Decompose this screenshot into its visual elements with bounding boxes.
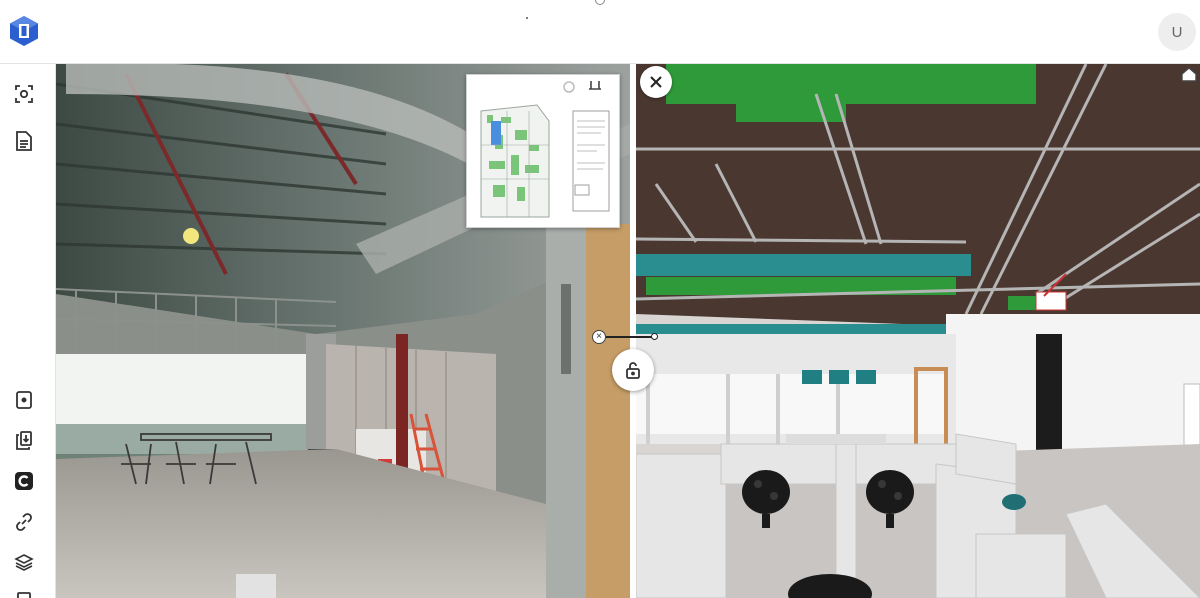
- sidebar: [0, 64, 56, 598]
- close-icon: [650, 76, 662, 88]
- sync-handle-icon[interactable]: ×: [592, 330, 606, 344]
- capture-icon: [15, 85, 33, 103]
- bim-model-scene: [636, 64, 1200, 598]
- user-avatar[interactable]: U: [1158, 13, 1196, 51]
- app-logo[interactable]: [9, 15, 39, 47]
- capture-button[interactable]: [12, 82, 36, 106]
- lock-view-button[interactable]: [612, 349, 654, 391]
- download-icon: [16, 431, 32, 450]
- bim-model-viewer[interactable]: [636, 64, 1200, 598]
- home-button[interactable]: [1180, 66, 1198, 82]
- more-button[interactable]: [12, 590, 36, 598]
- document-icon: [16, 131, 32, 151]
- layers-icon: [14, 554, 34, 571]
- site-photo-viewer[interactable]: [56, 64, 630, 598]
- add-image-icon: [16, 391, 32, 409]
- home-icon: [1181, 67, 1197, 82]
- lock-icon: [626, 362, 640, 379]
- add-image-button[interactable]: [12, 388, 36, 412]
- layers-button[interactable]: [12, 550, 36, 574]
- link-icon: [16, 513, 32, 531]
- floor-plan-minimap[interactable]: [466, 74, 620, 228]
- more-icon: [17, 592, 31, 598]
- download-button[interactable]: [12, 429, 36, 453]
- floor-plan-image: [467, 75, 619, 227]
- sync-connector-end[interactable]: [651, 333, 658, 340]
- close-comparison-button[interactable]: [640, 66, 672, 98]
- compare-icon: [15, 472, 33, 490]
- compare-button[interactable]: [12, 469, 36, 493]
- avatar-initial: U: [1171, 23, 1183, 41]
- link-button[interactable]: [12, 510, 36, 534]
- top-resize-handle[interactable]: [595, 0, 605, 5]
- top-dot: [526, 17, 528, 19]
- sync-connector-line: [606, 336, 652, 338]
- documents-button[interactable]: [12, 129, 36, 153]
- top-bar: U: [0, 0, 1200, 64]
